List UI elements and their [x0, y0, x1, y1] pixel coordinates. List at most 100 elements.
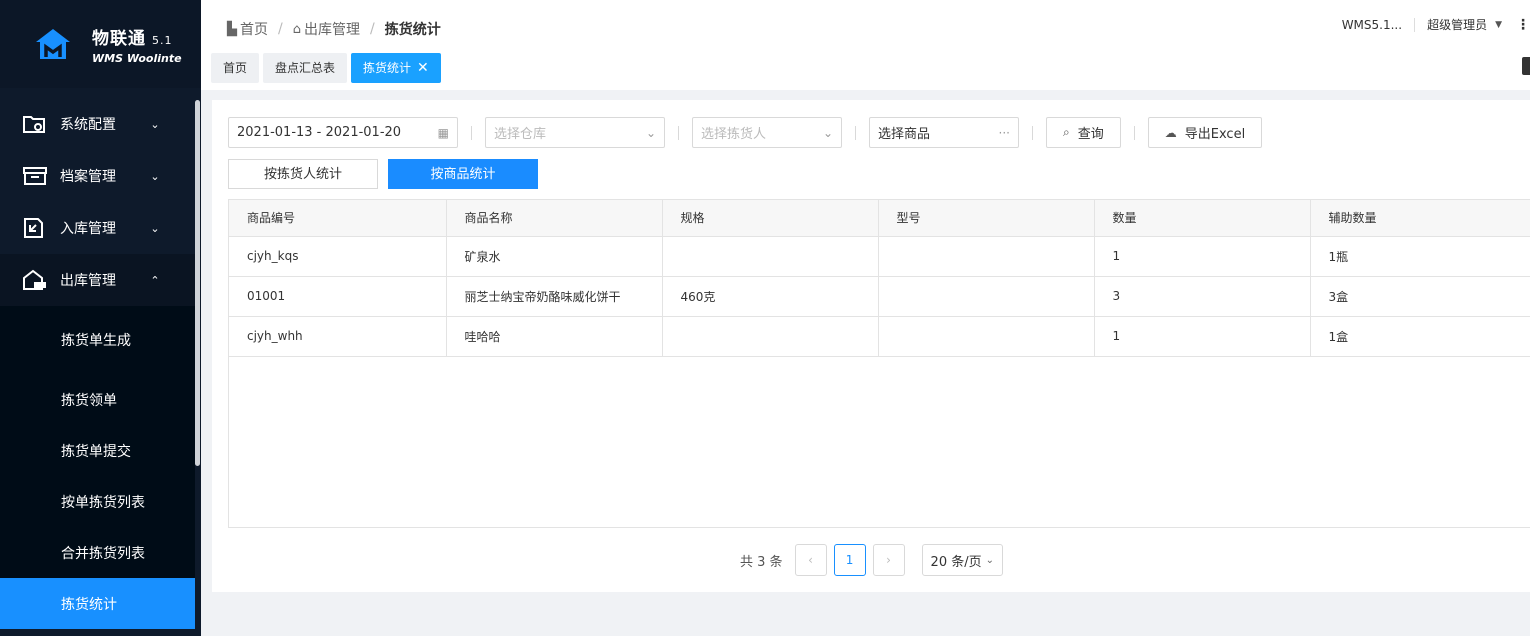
table-cell — [662, 316, 879, 357]
by-product-button[interactable]: 按商品统计 — [388, 159, 538, 189]
cloud-upload-icon: ☁ — [1164, 125, 1177, 140]
picker-select[interactable]: 选择拣货人 ⌄ — [692, 117, 842, 148]
more-horizontal-icon: ··· — [998, 125, 1010, 140]
divider — [1414, 17, 1416, 32]
chevron-down-icon: ⌄ — [822, 125, 833, 140]
archive-icon — [23, 167, 47, 185]
chevron-down-icon: ⌄ — [150, 221, 160, 235]
pagination-total: 共 3 条 — [740, 554, 783, 570]
table-cell — [662, 236, 879, 277]
page-tabs: 首页 盘点汇总表 拣货统计 ✕ — [211, 53, 445, 83]
breadcrumb: ▙ 首页 / ⌂ 出库管理 / 拣货统计 — [227, 19, 441, 39]
tab-inventory-summary[interactable]: 盘点汇总表 — [263, 53, 348, 83]
table-cell: 01001 — [229, 276, 447, 317]
menu-inbound[interactable]: 入库管理 ⌄ — [0, 202, 195, 254]
table-cell: 哇哈哈 — [446, 316, 663, 357]
chevron-down-icon: ⌄ — [150, 169, 160, 183]
divider — [678, 125, 679, 140]
breadcrumb-parent[interactable]: 出库管理 — [304, 19, 360, 39]
export-label: 导出Excel — [1184, 127, 1246, 142]
breadcrumb-separator: / — [369, 21, 375, 37]
menu-system-config[interactable]: 系统配置 ⌄ — [0, 98, 195, 150]
submenu-item-merge-pick-list[interactable]: 合并拣货列表 — [0, 527, 195, 578]
prev-page-button[interactable]: ‹ — [794, 544, 827, 576]
breadcrumb-home[interactable]: 首页 — [240, 19, 268, 39]
warehouse-placeholder: 选择仓库 — [494, 127, 547, 142]
inbound-icon — [24, 218, 43, 238]
brand-version: 5.1 — [152, 33, 173, 47]
column-header[interactable]: 数量 — [1094, 200, 1311, 237]
filter-bar: 2021-01-13 - 2021-01-20 ▦ 选择仓库 ⌄ 选择拣货人 ⌄… — [228, 117, 1263, 148]
search-label: 查询 — [1077, 127, 1104, 142]
column-header[interactable]: 商品名称 — [446, 200, 663, 237]
sidebar-menu: 系统配置 ⌄ 档案管理 ⌄ 入库管理 ⌄ 出库管理 ⌃ 拣货单生成 拣货领单 拣… — [0, 98, 195, 629]
tab-home[interactable]: 首页 — [211, 53, 260, 83]
column-header[interactable]: 型号 — [878, 200, 1095, 237]
table-header-row: 商品编号 商品名称 规格 型号 数量 辅助数量 — [229, 200, 1530, 237]
panel-toggle-icon[interactable] — [1522, 57, 1530, 75]
table-cell: 1盒 — [1310, 316, 1530, 357]
submenu-item-pick-claim[interactable]: 拣货领单 — [0, 374, 195, 425]
home-logo-icon — [36, 29, 70, 59]
outbound-submenu: 拣货单生成 拣货领单 拣货单提交 按单拣货列表 合并拣货列表 拣货统计 — [0, 306, 195, 629]
breadcrumb-separator: / — [278, 21, 283, 37]
table-row[interactable]: cjyh_whh 哇哈哈 1 1盒 — [229, 316, 1530, 357]
table-cell: 460克 — [662, 276, 879, 317]
search-icon: ⌕ — [1063, 125, 1070, 139]
header-right: WMS5.1... 超级管理员 ▼ ⋮ — [1342, 16, 1530, 33]
search-button[interactable]: ⌕ 查询 — [1046, 117, 1121, 148]
picker-placeholder: 选择拣货人 — [701, 127, 767, 142]
menu-label: 档案管理 — [60, 169, 116, 185]
page-size-value: 20 条/页 — [930, 554, 982, 570]
column-header[interactable]: 规格 — [662, 200, 879, 237]
content-card: 2021-01-13 - 2021-01-20 ▦ 选择仓库 ⌄ 选择拣货人 ⌄… — [212, 100, 1530, 592]
more-vertical-icon[interactable]: ⋮ — [1516, 18, 1530, 32]
menu-outbound[interactable]: 出库管理 ⌃ — [0, 254, 195, 306]
system-switcher[interactable]: WMS5.1... — [1342, 18, 1402, 32]
menu-label: 入库管理 — [60, 221, 116, 237]
close-icon[interactable]: ✕ — [417, 60, 429, 76]
submenu-item-pick-submit[interactable]: 拣货单提交 — [0, 425, 195, 476]
warehouse-truck-icon — [23, 269, 46, 290]
chart-icon: ▙ — [227, 21, 237, 37]
by-picker-button[interactable]: 按拣货人统计 — [228, 159, 378, 189]
warehouse-icon: ⌂ — [292, 21, 301, 37]
caret-down-icon[interactable]: ▼ — [1495, 20, 1502, 30]
warehouse-select[interactable]: 选择仓库 ⌄ — [485, 117, 665, 148]
submenu-item-pick-generate[interactable]: 拣货单生成 — [0, 306, 195, 374]
tab-pick-statistics[interactable]: 拣货统计 ✕ — [351, 53, 441, 83]
tab-label: 盘点汇总表 — [275, 61, 336, 75]
pagination: 共 3 条 ‹ 1 › 20 条/页 ⌄ — [740, 544, 1003, 576]
menu-label: 出库管理 — [60, 273, 116, 289]
logo[interactable]: 物联通 5.1 WMS Woolinte — [0, 0, 201, 88]
user-name[interactable]: 超级管理员 — [1427, 16, 1487, 33]
page-size-select[interactable]: 20 条/页 ⌄ — [921, 544, 1003, 576]
menu-label: 系统配置 — [60, 117, 116, 133]
table-row[interactable]: 01001 丽芝士纳宝帝奶酪味威化饼干 460克 3 3盒 — [229, 276, 1530, 317]
submenu-item-pick-statistics[interactable]: 拣货统计 — [0, 578, 195, 629]
table-cell: 1瓶 — [1310, 236, 1530, 277]
submenu-item-order-pick-list[interactable]: 按单拣货列表 — [0, 476, 195, 527]
next-page-button[interactable]: › — [872, 544, 905, 576]
chevron-down-icon: ⌄ — [150, 117, 160, 131]
divider — [471, 125, 472, 140]
divider — [1133, 125, 1135, 140]
table-cell: cjyh_kqs — [229, 236, 447, 277]
table-cell: 丽芝士纳宝帝奶酪味威化饼干 — [446, 276, 663, 317]
export-excel-button[interactable]: ☁ 导出Excel — [1147, 117, 1263, 148]
brand-title: 物联通 — [92, 28, 146, 49]
column-header[interactable]: 辅助数量 — [1310, 200, 1530, 237]
menu-archive[interactable]: 档案管理 ⌄ — [0, 150, 195, 202]
calendar-icon: ▦ — [437, 125, 449, 140]
chevron-down-icon: ⌄ — [985, 554, 994, 566]
sidebar-scrollbar[interactable] — [195, 100, 200, 466]
column-header[interactable]: 商品编号 — [229, 200, 447, 237]
date-range-picker[interactable]: 2021-01-13 - 2021-01-20 ▦ — [228, 117, 458, 148]
product-select[interactable]: 选择商品 ··· — [869, 117, 1019, 148]
divider — [1032, 125, 1033, 140]
table-row[interactable]: cjyh_kqs 矿泉水 1 1瓶 — [229, 236, 1530, 277]
table-cell: 1 — [1094, 316, 1311, 357]
tab-label: 首页 — [223, 61, 248, 75]
page-number-button[interactable]: 1 — [833, 544, 866, 576]
header: ▙ 首页 / ⌂ 出库管理 / 拣货统计 WMS5.1... 超级管理员 ▼ ⋮… — [201, 0, 1530, 90]
